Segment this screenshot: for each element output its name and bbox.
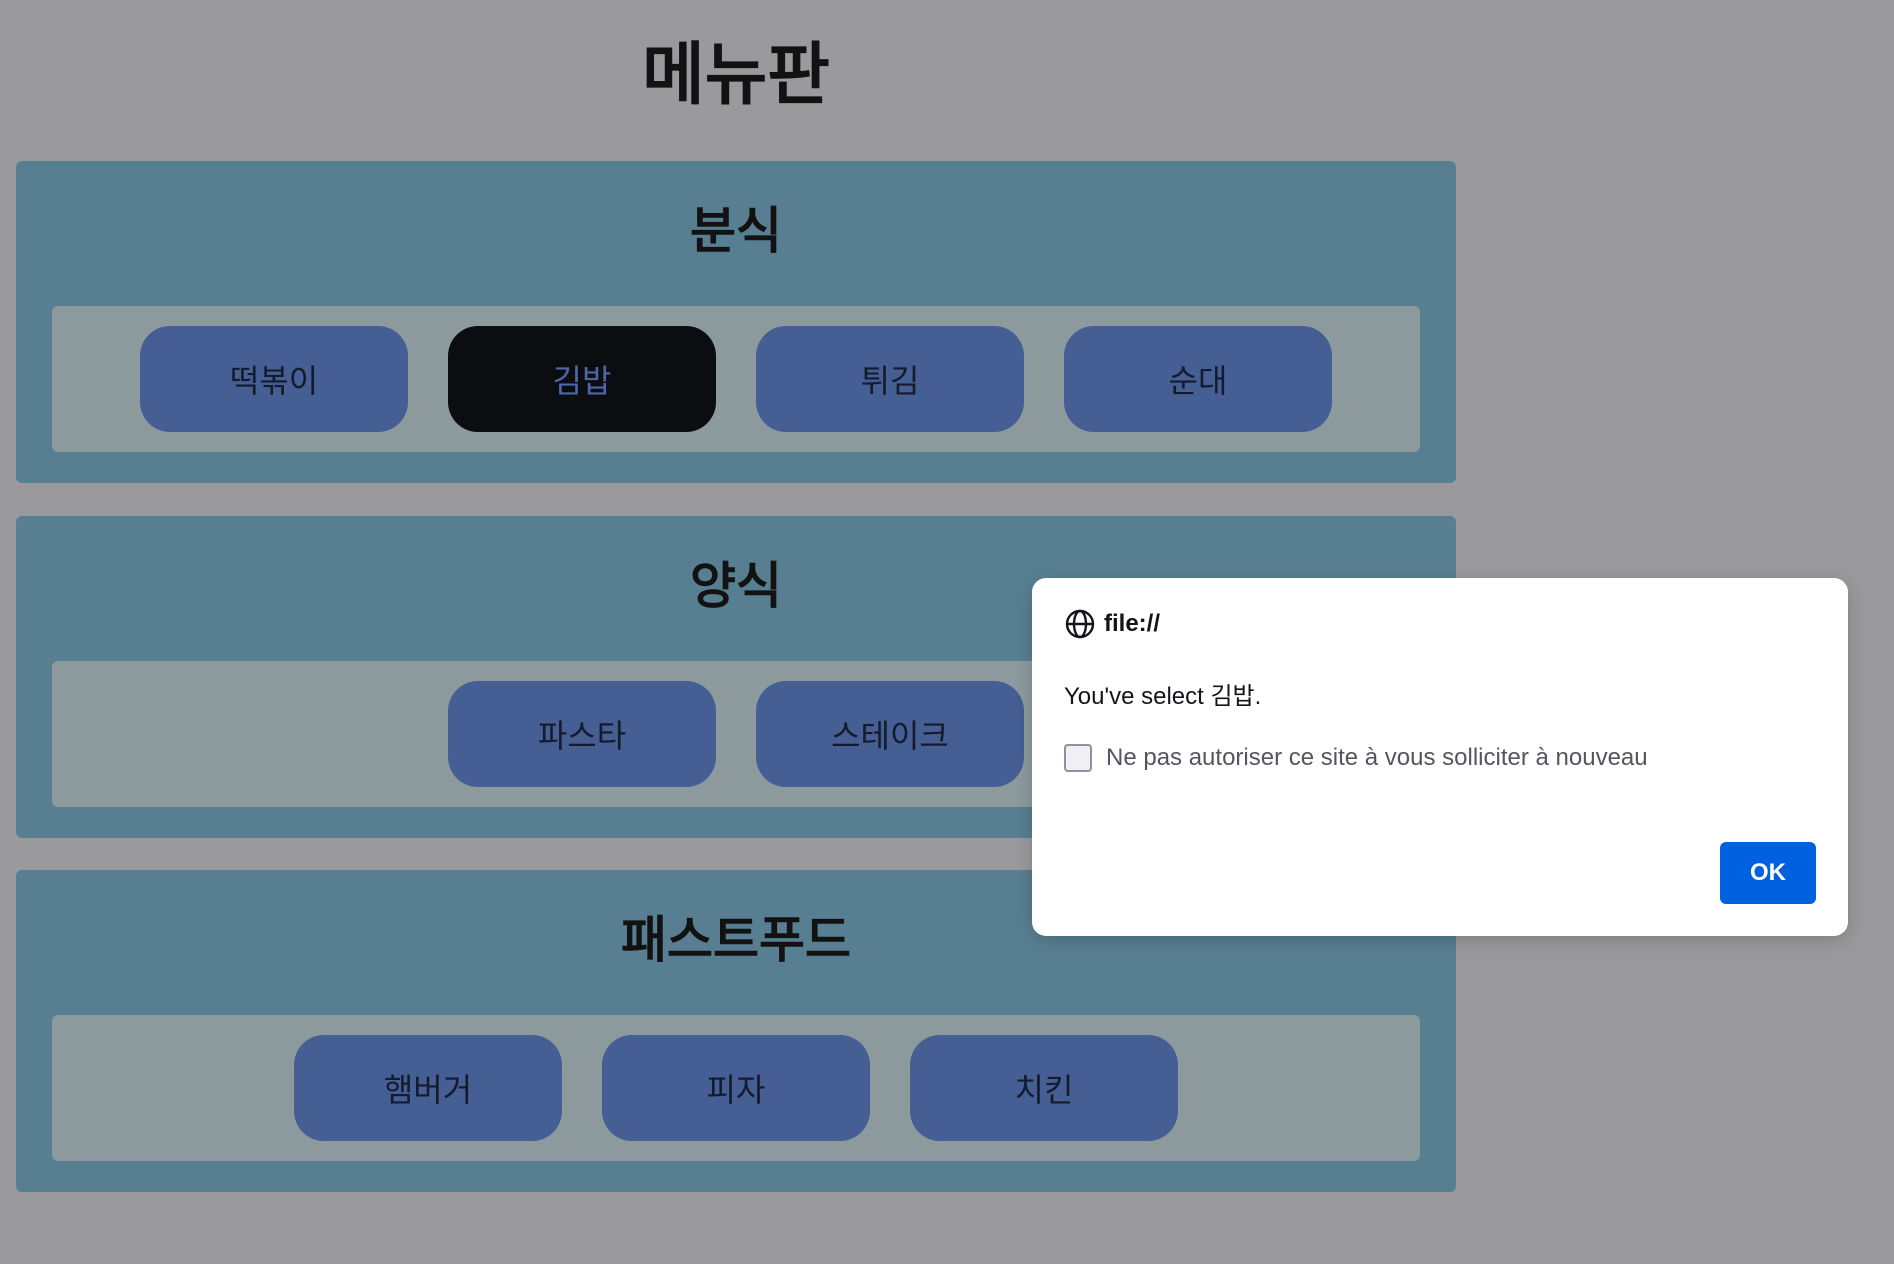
dialog-message: You've select 김밥. [1064,683,1262,710]
menu-item-button[interactable]: 파스타 [448,681,716,787]
category-bunsik: 분식 떡볶이 김밥 튀김 순대 [16,161,1456,483]
dont-allow-again-checkbox[interactable] [1064,744,1092,772]
dialog-origin: file:// [1104,610,1161,637]
checkbox-label: Ne pas autoriser ce site à vous sollicit… [1106,744,1648,771]
item-row: 떡볶이 김밥 튀김 순대 [52,306,1420,452]
menu-item-button[interactable]: 치킨 [910,1035,1178,1141]
dialog-header: file:// [1064,608,1160,640]
menu-item-button[interactable]: 떡볶이 [140,326,408,432]
globe-icon [1065,609,1095,639]
menu-item-button[interactable]: 피자 [602,1035,870,1141]
menu-item-button[interactable]: 순대 [1064,326,1332,432]
page-title: 메뉴판 [642,36,830,115]
menu-item-button[interactable]: 햄버거 [294,1035,562,1141]
menu-item-button[interactable]: 스테이크 [756,681,1024,787]
menu-item-button[interactable]: 튀김 [756,326,1024,432]
menu-item-button-selected[interactable]: 김밥 [448,326,716,432]
item-row: 햄버거 피자 치킨 [52,1015,1420,1161]
ok-button[interactable]: OK [1720,842,1816,904]
dont-allow-again-option[interactable]: Ne pas autoriser ce site à vous sollicit… [1064,744,1648,772]
category-title: 분식 [690,202,782,260]
alert-dialog: file:// You've select 김밥. Ne pas autoris… [1032,578,1848,936]
